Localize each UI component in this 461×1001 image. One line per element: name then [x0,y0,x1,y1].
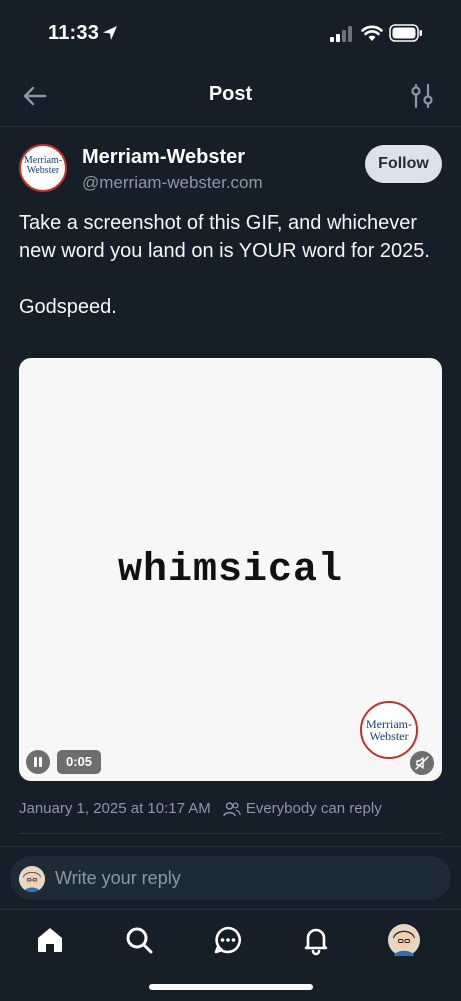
battery-icon [389,24,422,42]
mute-button[interactable] [410,751,434,775]
people-icon [223,801,241,816]
gif-media[interactable]: whimsical Merriam- Webster 0:05 [19,358,442,781]
cellular-signal-icon [330,26,352,42]
divider [0,846,461,847]
location-arrow-icon [103,26,117,40]
sliders-icon[interactable] [408,82,436,110]
page-title: Post [208,83,253,105]
author-name[interactable]: Merriam-Webster [82,146,245,169]
follow-button[interactable]: Follow [365,145,442,183]
status-bar: 11:33 [0,0,461,68]
author-handle: @merriam-webster.com [82,173,263,192]
reply-placeholder: Write your reply [55,868,181,888]
post-meta: January 1, 2025 at 10:17 AM Everybody ca… [19,800,382,817]
post-timestamp: January 1, 2025 at 10:17 AM [19,800,211,817]
pause-button[interactable] [26,750,50,774]
reply-input[interactable]: Write your reply [10,856,451,900]
media-duration: 0:05 [57,750,101,774]
search-icon[interactable] [123,924,155,956]
status-time: 11:33 [48,22,100,44]
gif-watermark-logo: Merriam- Webster [360,701,418,759]
home-indicator [149,984,313,990]
profile-avatar[interactable] [388,924,420,956]
user-avatar [19,866,45,892]
nav-bar: Post [0,68,461,127]
gif-word: whimsical [117,548,344,593]
bell-icon[interactable] [300,924,332,956]
wifi-icon [361,25,383,41]
chat-icon[interactable] [212,924,244,956]
post-text: Take a screenshot of this GIF, and which… [19,212,430,318]
home-icon[interactable] [34,924,66,956]
reply-setting[interactable]: Everybody can reply [246,800,382,817]
author-avatar[interactable]: Merriam- Webster [19,144,67,192]
divider [19,833,442,834]
merriam-webster-logo: Merriam- Webster [23,155,63,176]
